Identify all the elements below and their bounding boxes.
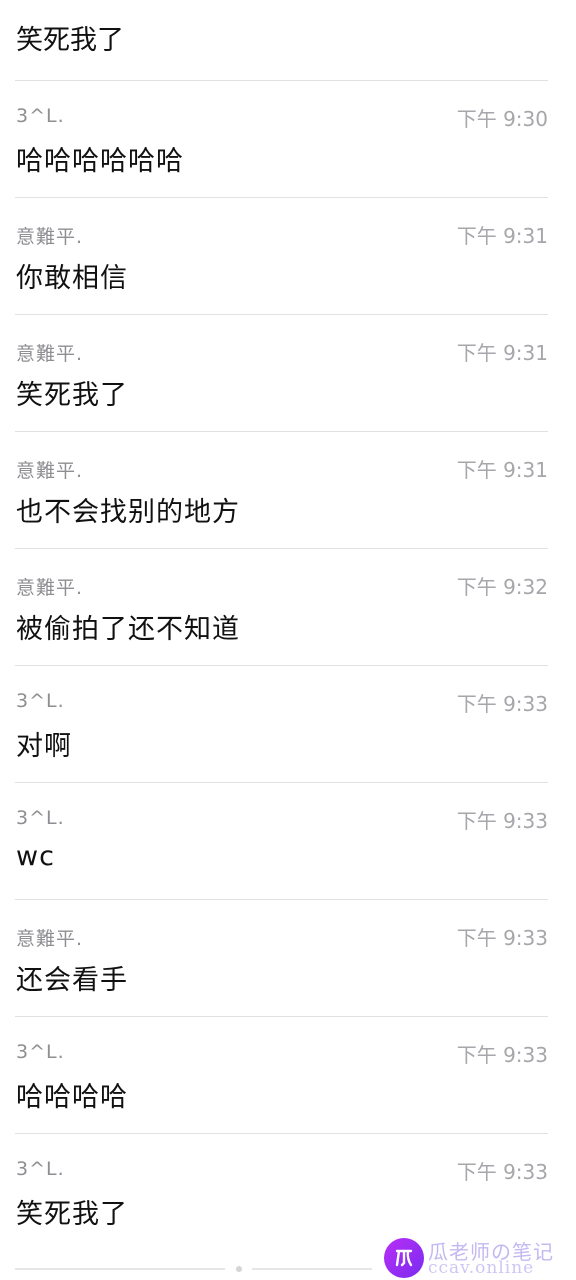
page-dot: [236, 1266, 242, 1272]
message-item[interactable]: 3^L. 下午 9:33 哈哈哈哈: [0, 1017, 576, 1133]
message-sender: 3^L.: [16, 690, 65, 712]
message-text: 你敢相信: [16, 263, 128, 294]
message-item[interactable]: 3^L. 下午 9:30 哈哈哈哈哈哈: [0, 81, 576, 197]
divider: [15, 1268, 225, 1270]
message-time: 下午 9:33: [456, 692, 548, 716]
watermark: 瓜老师の笔记 ccav.online: [384, 1236, 574, 1280]
message-time: 下午 9:33: [456, 926, 548, 950]
message-sender: 意難平.: [16, 577, 84, 599]
message-time: 下午 9:33: [456, 1160, 548, 1184]
message-sender: 3^L.: [16, 105, 65, 127]
message-time: 下午 9:31: [456, 341, 548, 365]
message-sender: 3^L.: [16, 1158, 65, 1180]
message-text: 哈哈哈哈: [16, 1082, 128, 1113]
message-text: 还会看手: [16, 965, 128, 996]
message-text: 被偷拍了还不知道: [16, 614, 240, 645]
message-sender: 3^L.: [16, 807, 65, 829]
message-item[interactable]: 意難平. 下午 9:33 还会看手: [0, 900, 576, 1016]
message-text: 对啊: [16, 731, 72, 762]
message-sender: 意難平.: [16, 226, 84, 248]
message-item[interactable]: 意難平. 下午 9:31 你敢相信: [0, 198, 576, 314]
message-item[interactable]: 3^L. 下午 9:33 wc: [0, 783, 576, 899]
message-text: 也不会找别的地方: [16, 497, 240, 528]
message-sender: 意難平.: [16, 460, 84, 482]
message-text: 笑死我了: [16, 380, 128, 411]
message-item[interactable]: 意難平. 下午 9:31 笑死我了: [0, 315, 576, 431]
message-item[interactable]: 3^L. 下午 9:33 对啊: [0, 666, 576, 782]
message-time: 下午 9:31: [456, 224, 548, 248]
watermark-subtitle: ccav.online: [428, 1258, 535, 1278]
message-text: wc: [16, 841, 55, 872]
message-text: 哈哈哈哈哈哈: [16, 146, 184, 177]
message-sender: 意難平.: [16, 343, 84, 365]
message-time: 下午 9:31: [456, 458, 548, 482]
divider: [252, 1268, 372, 1270]
message-time: 下午 9:30: [456, 107, 548, 131]
message-text: 笑死我了: [16, 25, 124, 56]
message-time: 下午 9:33: [456, 1043, 548, 1067]
message-sender: 3^L.: [16, 1041, 65, 1063]
message-item[interactable]: 意難平. 下午 9:31 也不会找别的地方: [0, 432, 576, 548]
message-list: 笑死我了 3^L. 下午 9:30 哈哈哈哈哈哈 意難平. 下午 9:31 你敢…: [0, 0, 576, 1250]
message-time: 下午 9:33: [456, 809, 548, 833]
message-item[interactable]: 意難平. 下午 9:32 被偷拍了还不知道: [0, 549, 576, 665]
watermark-logo-icon: [384, 1238, 424, 1278]
melon-glyph-icon: [395, 1249, 413, 1267]
message-time: 下午 9:32: [456, 575, 548, 599]
message-item[interactable]: 3^L. 下午 9:33 笑死我了: [0, 1134, 576, 1250]
message-item[interactable]: 笑死我了: [0, 0, 576, 80]
message-text: 笑死我了: [16, 1199, 128, 1230]
message-sender: 意難平.: [16, 928, 84, 950]
